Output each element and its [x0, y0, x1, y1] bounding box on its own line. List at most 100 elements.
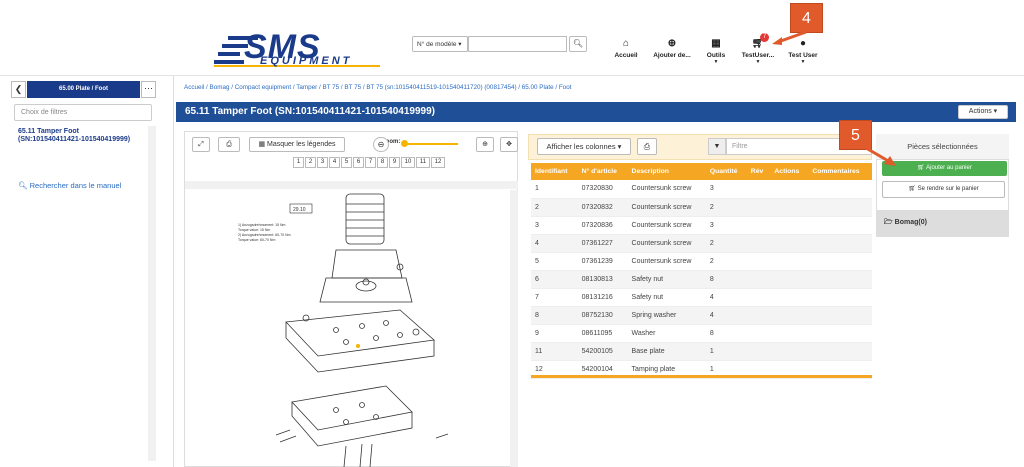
nav-cart-label: TestUser... — [741, 52, 775, 59]
page-button[interactable]: 4 — [329, 157, 340, 168]
cart-count-badge: 7 — [760, 33, 769, 42]
page-button[interactable]: 9 — [389, 157, 400, 168]
table-row[interactable]: 3 07320836 Countersunk screw 3 — [531, 216, 872, 235]
center-button[interactable]: ✥ — [500, 137, 518, 152]
hide-legends-button[interactable]: ▦ Masquer les légendes — [249, 137, 345, 152]
diagram-ref-label: 29.10 — [293, 207, 306, 213]
diagram-note: 1) Anzugsdrehmoment: 15 Nm — [238, 223, 286, 227]
col-quantity[interactable]: Quantité — [705, 163, 747, 180]
search-manual-label: Rechercher dans le manuel — [29, 181, 122, 190]
model-search-input[interactable] — [468, 36, 567, 52]
table-row[interactable]: 4 07361227 Countersunk screw 2 — [531, 234, 872, 253]
page-button[interactable]: 12 — [431, 157, 445, 168]
cell-description: Safety nut — [627, 288, 706, 307]
minus-circle-icon: ⊖ — [377, 140, 385, 149]
search-manual-link[interactable]: 🔍︎ Rechercher dans le manuel — [18, 181, 121, 190]
viewer-horizontal-scrollbar[interactable] — [185, 181, 518, 189]
logo-stripe — [214, 60, 244, 64]
table-row[interactable]: 8 08752130 Spring washer 4 — [531, 306, 872, 325]
filter-choice-input[interactable]: Choix de filtres — [14, 104, 152, 121]
cell-description: Countersunk screw — [627, 180, 706, 199]
nav-user-label: Test User — [788, 52, 818, 59]
viewer-vertical-scrollbar[interactable] — [510, 190, 518, 467]
table-row[interactable]: 1 07320830 Countersunk screw 3 — [531, 180, 872, 199]
zoom-slider-handle[interactable] — [401, 140, 408, 147]
col-article-number[interactable]: N° d'article — [577, 163, 628, 180]
page-button[interactable]: 11 — [416, 157, 430, 168]
page-button[interactable]: 2 — [305, 157, 316, 168]
col-description[interactable]: Description — [627, 163, 706, 180]
back-button[interactable]: ❮ — [11, 81, 26, 98]
cell-description: Spring washer — [627, 306, 706, 325]
table-row[interactable]: 2 07320832 Countersunk screw 2 — [531, 198, 872, 217]
page-button[interactable]: 7 — [365, 157, 376, 168]
cell-description: Safety nut — [627, 270, 706, 289]
fullscreen-button[interactable]: ⤢ — [192, 137, 210, 152]
table-row[interactable]: 11 54200105 Base plate 1 — [531, 342, 872, 361]
cell-quantity: 2 — [705, 234, 747, 253]
cell-description: Base plate — [627, 342, 706, 361]
search-button[interactable]: 🔍︎ — [569, 36, 587, 52]
breadcrumb[interactable]: Accueil / Bomag / Compact equipment / Ta… — [184, 84, 572, 91]
table-row[interactable]: 7 08131216 Safety nut 4 — [531, 288, 872, 307]
plus-circle-icon: ⊕ — [482, 141, 488, 148]
page-button[interactable]: 10 — [401, 157, 415, 168]
callout-4: 4 — [790, 3, 823, 33]
page-button[interactable]: 8 — [377, 157, 388, 168]
cell-quantity: 3 — [705, 180, 747, 199]
col-actions[interactable]: Actions — [770, 163, 809, 180]
zoom-slider-track[interactable] — [404, 143, 458, 145]
page-title: 65.11 Tamper Foot (SN:101540411421-10154… — [185, 106, 435, 117]
table-print-button[interactable]: ⎙ — [637, 138, 657, 155]
logo-subtext: EQUIPMENT — [260, 55, 353, 67]
show-columns-button[interactable]: Afficher les colonnes ▾ — [537, 138, 631, 155]
sidebar-scrollbar[interactable] — [148, 126, 156, 461]
nav-add-label: Ajouter de... — [653, 52, 691, 59]
cell-id: 4 — [531, 234, 578, 253]
table-row[interactable]: 5 07361239 Countersunk screw 2 — [531, 252, 872, 271]
search-icon: 🔍︎ — [18, 181, 28, 190]
hide-legends-label: Masquer les légendes — [267, 141, 336, 148]
cell-quantity: 2 — [705, 252, 747, 271]
table-row[interactable]: 6 08130813 Safety nut 8 — [531, 270, 872, 289]
model-select[interactable]: N° de modèle ▾ — [412, 36, 468, 52]
more-button[interactable]: ⋯ — [141, 81, 156, 98]
plus-circle-icon: ⊕ — [667, 38, 677, 49]
page-button[interactable]: 6 — [353, 157, 364, 168]
actions-dropdown[interactable]: Actions ▾ — [958, 105, 1008, 119]
cell-id: 5 — [531, 252, 578, 271]
page-button[interactable]: 1 — [293, 157, 304, 168]
zoom-in-button[interactable]: ⊕ — [476, 137, 494, 152]
sms-logo[interactable]: SMS EQUIPMENT — [214, 30, 382, 70]
chevron-left-icon: ❮ — [14, 84, 23, 94]
cell-article: 08130813 — [577, 270, 628, 289]
exploded-parts-diagram[interactable]: 29.10 1) Anzugsdrehmoment: 15 Nm Torque … — [186, 190, 508, 467]
caret-down-icon: ▼ — [755, 59, 761, 65]
logo-stripe — [218, 52, 240, 56]
zoom-out-button[interactable]: ⊖ — [373, 137, 389, 152]
go-to-cart-button[interactable]: 🛒︎ Se rendre sur le panier — [882, 181, 1005, 198]
cell-quantity: 4 — [705, 306, 747, 325]
sidebar-header: ❮ 65.00 Plate / Foot ⋯ — [11, 81, 156, 98]
cell-description: Countersunk screw — [627, 252, 706, 271]
table-row[interactable]: 9 08611095 Washer 8 — [531, 324, 872, 343]
grid-icon: ▦ — [258, 141, 266, 148]
tree-node-tamper-foot[interactable]: 65.11 Tamper Foot (SN:101540411421-10154… — [18, 128, 138, 144]
cell-article: 08611095 — [577, 324, 628, 343]
page-button[interactable]: 3 — [317, 157, 328, 168]
nav-home[interactable]: ⌂ Accueil — [612, 38, 640, 59]
cart-icon: 🛒︎ — [917, 165, 925, 171]
print-button[interactable]: ⎙ — [218, 137, 240, 152]
cell-description: Countersunk screw — [627, 198, 706, 217]
bomag-group[interactable]: 🗁︎ Bomag(0) — [876, 210, 1009, 236]
col-revision[interactable]: Rév — [746, 163, 771, 180]
page-button[interactable]: 5 — [341, 157, 352, 168]
nav-home-label: Accueil — [614, 52, 638, 59]
parts-table: Identifiant N° d'article Description Qua… — [531, 163, 872, 379]
add-to-cart-button[interactable]: 🛒︎ Ajouter au panier — [882, 161, 1007, 176]
nav-tools[interactable]: ▦ Outils ▼ — [703, 38, 729, 65]
home-icon: ⌂ — [622, 38, 630, 49]
nav-add[interactable]: ⊕ Ajouter de... — [650, 38, 694, 59]
col-identifier[interactable]: Identifiant — [531, 163, 578, 180]
cell-id: 9 — [531, 324, 578, 343]
